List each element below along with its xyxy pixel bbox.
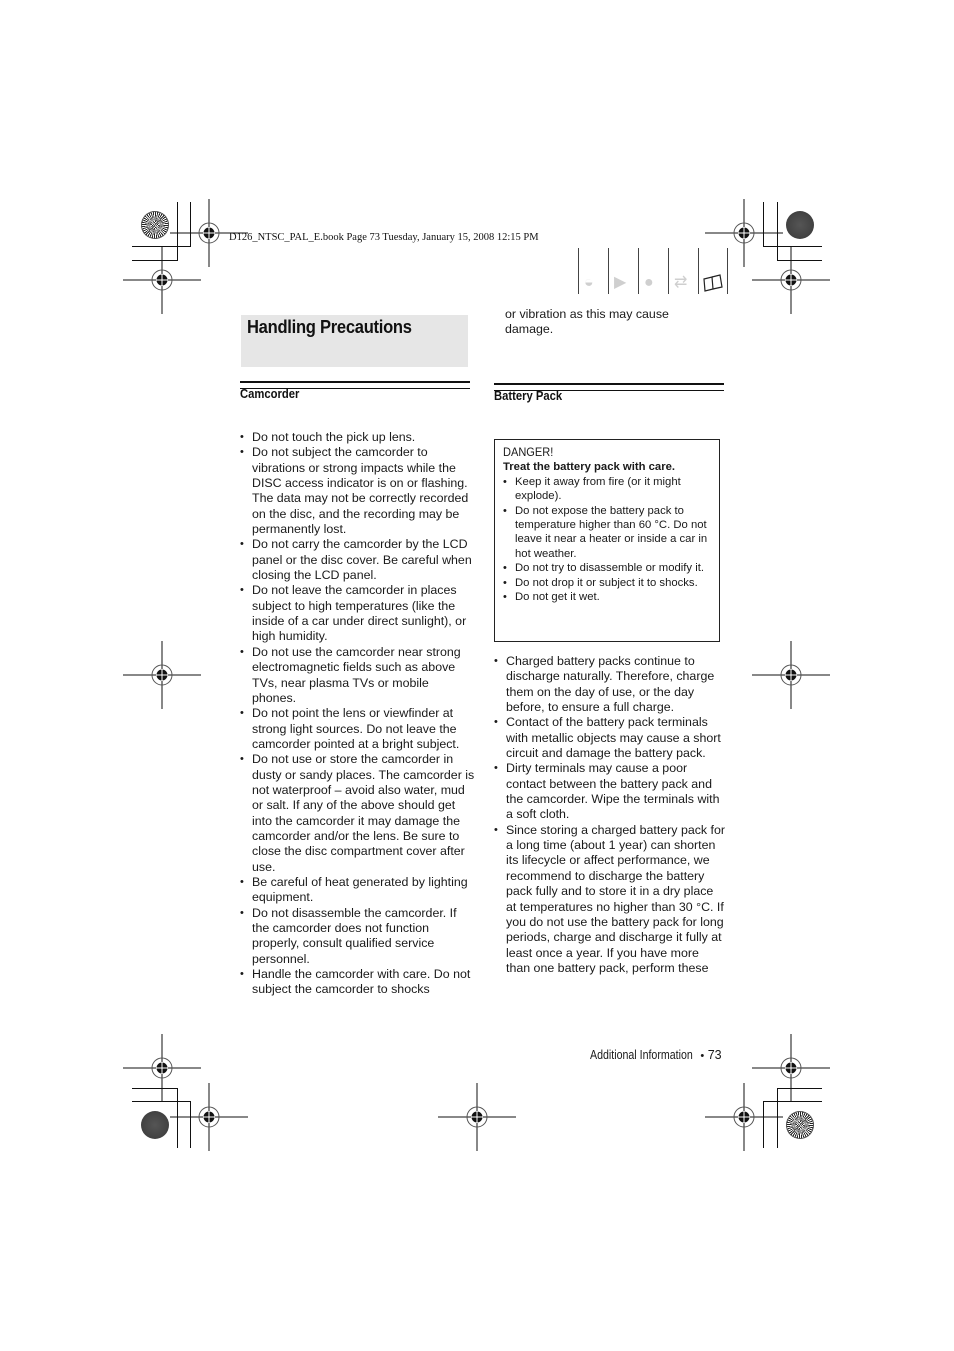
color-bar-starburst-icon [786,1111,814,1139]
danger-list: Keep it away from fire (or it might expl… [503,475,711,605]
continued-text: or vibration as this may cause damage. [505,307,725,338]
list-item: Dirty terminals may cause a poor contact… [494,761,726,822]
list-item: Do not point the lens or viewfinder at s… [240,706,476,752]
registration-target-icon [751,245,831,315]
page-title: Handling Precautions [247,317,412,337]
battery-precautions-list: Charged battery packs continue to discha… [494,654,726,976]
registration-target-icon [704,1082,784,1152]
list-item: Do not carry the camcorder by the LCD pa… [240,537,476,583]
registration-target-icon [122,1033,202,1103]
list-item: Do not drop it or subject it to shocks. [503,576,711,591]
list-item: Do not touch the pick up lens. [240,430,476,446]
color-bar-starburst-icon [141,211,169,239]
chapter-icon-strip: ◒ ▶ ● ⇄ [578,248,728,294]
footer-separator: • [700,1050,705,1062]
list-item: Do not get it wet. [503,590,711,605]
print-header-book-info: D126_NTSC_PAL_E.book Page 73 Tuesday, Ja… [229,232,539,243]
continuation-paragraph: or vibration as this may cause damage. [505,307,669,337]
movie-camera-icon: ▶ [608,248,638,294]
list-item: Charged battery packs continue to discha… [494,654,726,715]
list-item: Do not leave the camcorder in places sub… [240,583,476,644]
registration-target-icon [751,1033,831,1103]
transfer-arrows-icon: ⇄ [668,248,698,294]
danger-warning-box: DANGER! Treat the battery pack with care… [494,439,720,642]
open-book-icon [698,248,728,294]
color-bar-solid-icon [141,1111,169,1139]
registration-target-icon [122,640,202,710]
list-item: Since storing a charged battery pack for… [494,823,726,976]
registration-target-icon [437,1082,517,1152]
page-footer: Additional Information • 73 [590,1048,722,1062]
camcorder-precautions-list: Do not touch the pick up lens.Do not sub… [240,430,476,998]
section-title-camcorder: Camcorder [240,387,300,401]
page-title-box: Handling Precautions [241,315,468,367]
registration-target-icon [751,640,831,710]
footer-section-name: Additional Information [590,1048,693,1062]
list-item: Keep it away from fire (or it might expl… [503,475,711,504]
list-item: Contact of the battery pack terminals wi… [494,715,726,761]
battery-precautions: Charged battery packs continue to discha… [494,654,726,976]
list-item: Do not subject the camcorder to vibratio… [240,445,476,537]
list-item: Be careful of heat generated by lighting… [240,875,476,906]
camcorder-recording-icon: ◒ [578,248,608,294]
section-title-battery-pack: Battery Pack [494,389,563,403]
list-item: Do not disassemble the camcorder. If the… [240,906,476,967]
list-item: Do not expose the battery pack to temper… [503,504,711,562]
list-item: Do not try to disassemble or modify it. [503,561,711,576]
list-item: Do not use or store the camcorder in dus… [240,752,476,875]
registration-target-icon [122,245,202,315]
list-item: Handle the camcorder with care. Do not s… [240,967,476,998]
registration-marks [122,198,831,1152]
list-item: Do not use the camcorder near strong ele… [240,645,476,706]
camcorder-precautions: Do not touch the pick up lens.Do not sub… [240,430,476,998]
color-bar-solid-icon [786,211,814,239]
page-number: 73 [707,1048,722,1062]
danger-subtitle: Treat the battery pack with care. [503,461,676,474]
danger-title: DANGER! [503,445,554,459]
camera-photo-icon: ● [638,248,668,294]
registration-target-icon [169,1082,249,1152]
